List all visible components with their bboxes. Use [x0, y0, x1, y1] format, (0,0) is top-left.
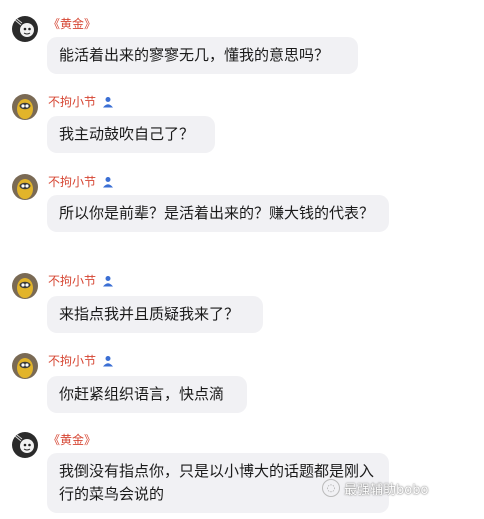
- sender-name[interactable]: 不拘小节: [48, 174, 96, 190]
- message-bubble: 所以你是前辈？是活着出来的？赚大钱的代表？: [47, 195, 389, 232]
- sender-row: 不拘小节: [48, 94, 114, 110]
- avatar[interactable]: [12, 16, 38, 42]
- avatar[interactable]: [12, 353, 38, 379]
- message-bubble: 你赶紧组织语言，快点滴: [47, 376, 247, 413]
- message-text: 所以你是前辈？是活着出来的？赚大钱的代表？: [59, 204, 375, 222]
- verified-user-icon: [103, 97, 114, 108]
- dark-cartoon-avatar-icon: [12, 16, 38, 42]
- message-text: 来指点我并且质疑我来了？: [59, 305, 240, 323]
- message-text: 我主动鼓吹自己了？: [59, 125, 195, 143]
- chat-bubble-icon: ◌: [322, 479, 340, 497]
- message-bubble: 能活着出来的寥寥无几，懂我的意思吗？: [47, 37, 358, 74]
- yellow-creature-avatar-icon: [12, 353, 38, 379]
- watermark-text: 最强辅助bobo: [344, 482, 429, 498]
- yellow-creature-avatar-icon: [12, 174, 38, 200]
- avatar[interactable]: [12, 273, 38, 299]
- avatar[interactable]: [12, 174, 38, 200]
- verified-user-icon: [103, 356, 114, 367]
- message-bubble: 我主动鼓吹自己了？: [47, 116, 215, 153]
- verified-user-icon: [103, 276, 114, 287]
- yellow-creature-avatar-icon: [12, 273, 38, 299]
- message-bubble: 来指点我并且质疑我来了？: [47, 296, 263, 333]
- sender-name[interactable]: 不拘小节: [48, 353, 96, 369]
- sender-row: 不拘小节: [48, 353, 114, 369]
- message-text: 能活着出来的寥寥无几，懂我的意思吗？: [59, 46, 330, 64]
- yellow-creature-avatar-icon: [12, 94, 38, 120]
- sender-row: 不拘小节: [48, 174, 114, 190]
- sender-name[interactable]: 《黄金》: [48, 16, 96, 32]
- avatar[interactable]: [12, 94, 38, 120]
- sender-name[interactable]: 不拘小节: [48, 94, 96, 110]
- dark-cartoon-avatar-icon: [12, 432, 38, 458]
- verified-user-icon: [103, 177, 114, 188]
- sender-row: 不拘小节: [48, 273, 114, 289]
- sender-name[interactable]: 《黄金》: [48, 432, 96, 448]
- avatar[interactable]: [12, 432, 38, 458]
- watermark: ◌ 最强辅助bobo: [322, 478, 428, 498]
- message-text: 你赶紧组织语言，快点滴: [59, 385, 225, 403]
- sender-name[interactable]: 不拘小节: [48, 273, 96, 289]
